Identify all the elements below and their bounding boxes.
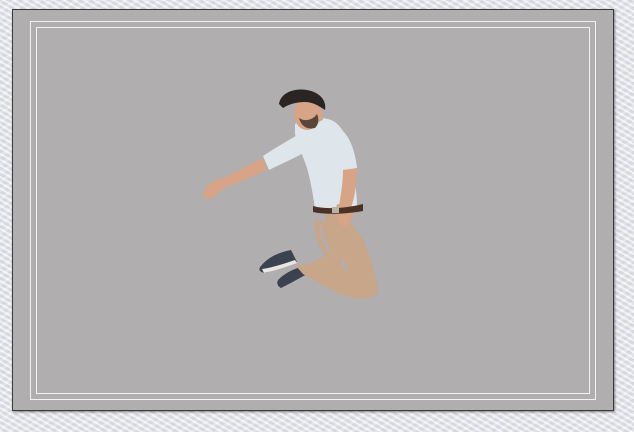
jumping-man-photo — [13, 10, 613, 410]
photo-frame — [12, 9, 614, 411]
belt-buckle — [332, 207, 339, 213]
